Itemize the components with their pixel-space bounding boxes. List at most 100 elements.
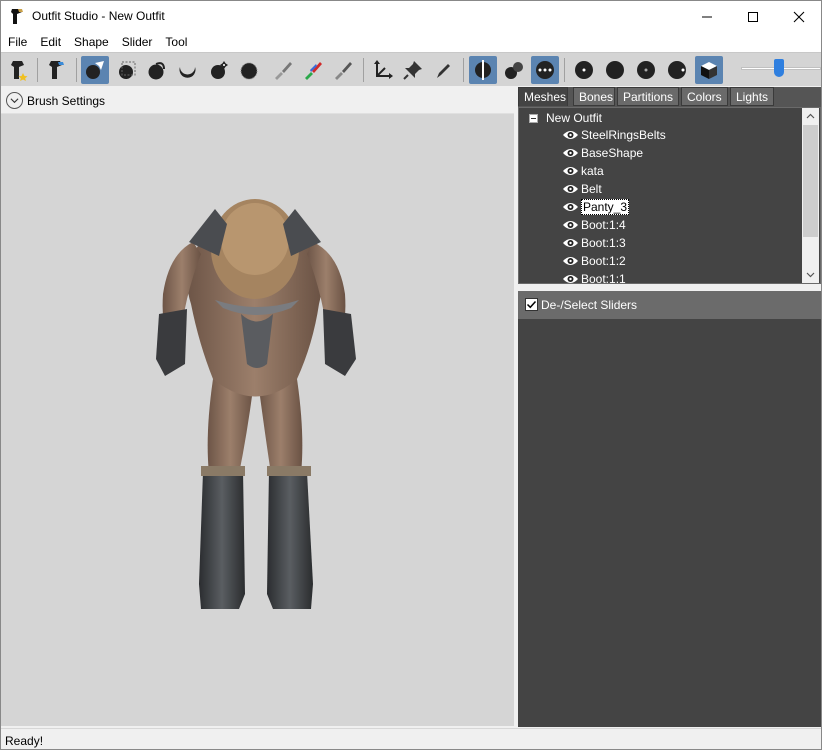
mesh-tree-item-label: kata bbox=[581, 164, 604, 178]
chevron-down-icon[interactable] bbox=[6, 92, 23, 109]
brush-settings-label: Brush Settings bbox=[27, 94, 106, 108]
scrollbar-thumb[interactable] bbox=[803, 125, 818, 237]
visibility-eye-icon[interactable] bbox=[562, 273, 579, 284]
panel-divider bbox=[518, 284, 821, 291]
tree-root[interactable]: New Outfit bbox=[529, 111, 602, 125]
sliders-header: De-/Select Sliders bbox=[518, 291, 821, 319]
visibility-eye-icon[interactable] bbox=[562, 165, 579, 177]
transform-tool-button[interactable] bbox=[113, 56, 141, 84]
visibility-eye-icon[interactable] bbox=[562, 219, 579, 231]
visibility-eye-icon[interactable] bbox=[562, 183, 579, 195]
minimize-button[interactable] bbox=[684, 1, 730, 32]
maximize-button[interactable] bbox=[730, 1, 776, 32]
mesh-tree-item[interactable]: Boot:1:3 bbox=[562, 234, 626, 252]
texture-button[interactable] bbox=[663, 56, 691, 84]
axis-icon bbox=[374, 60, 393, 79]
window-title: Outfit Studio - New Outfit bbox=[32, 9, 165, 23]
brush-size-slider-thumb[interactable] bbox=[774, 59, 784, 77]
mesh-tree-item[interactable]: Boot:1:4 bbox=[562, 216, 626, 234]
title-bar[interactable]: Outfit Studio - New Outfit bbox=[1, 1, 821, 32]
mesh-tree-scrollbar[interactable] bbox=[802, 108, 819, 283]
character-model bbox=[156, 199, 356, 609]
connected-only-button[interactable] bbox=[500, 56, 528, 84]
mask-brush-icon bbox=[275, 62, 292, 80]
select-tool-button[interactable] bbox=[81, 56, 109, 84]
connected-icon bbox=[505, 62, 523, 79]
global-brush-button[interactable] bbox=[531, 56, 559, 84]
wireframe-button[interactable] bbox=[601, 56, 629, 84]
visibility-eye-icon[interactable] bbox=[562, 129, 579, 141]
vertices-icon bbox=[575, 61, 593, 79]
pencil-tool-button[interactable] bbox=[429, 56, 457, 84]
brush-settings-header[interactable]: Brush Settings bbox=[1, 87, 514, 114]
deflate-brush-button[interactable] bbox=[174, 56, 202, 84]
mirror-icon bbox=[475, 60, 491, 80]
cube-icon bbox=[701, 62, 717, 79]
maximize-icon bbox=[748, 11, 758, 22]
weight-brush-icon bbox=[305, 62, 322, 80]
show-vertices-button[interactable] bbox=[570, 56, 598, 84]
status-text: Ready! bbox=[5, 734, 44, 748]
tab-partitions[interactable]: Partitions bbox=[617, 87, 679, 106]
pin-tool-button[interactable] bbox=[399, 56, 427, 84]
collapse-icon[interactable] bbox=[529, 113, 538, 123]
inflate-brush-button[interactable] bbox=[143, 56, 171, 84]
mesh-tree-item[interactable]: Belt bbox=[562, 180, 602, 198]
mesh-tree-item-label: Belt bbox=[581, 182, 602, 196]
axis-tool-button[interactable] bbox=[368, 56, 396, 84]
scroll-down-icon[interactable] bbox=[802, 266, 819, 283]
wireframe-icon bbox=[606, 61, 624, 79]
close-button[interactable] bbox=[776, 1, 822, 32]
mask-brush-button[interactable] bbox=[269, 56, 297, 84]
menu-edit[interactable]: Edit bbox=[33, 32, 67, 52]
mesh-tree-item[interactable]: Boot:1:2 bbox=[562, 252, 626, 270]
mesh-tree-item[interactable]: SteelRingsBelts bbox=[562, 126, 666, 144]
mesh-tree-item-label: Boot:1:4 bbox=[581, 218, 626, 232]
mesh-tree-item-label: BaseShape bbox=[581, 146, 644, 160]
tab-lights[interactable]: Lights bbox=[730, 87, 774, 106]
cube-view-button[interactable] bbox=[695, 56, 723, 84]
mesh-tree-item[interactable]: Panty_3 bbox=[562, 198, 630, 216]
box-select-icon bbox=[119, 61, 136, 79]
scroll-up-icon[interactable] bbox=[802, 108, 819, 125]
right-panel-tabs: Meshes Bones Partitions Colors Lights bbox=[518, 87, 821, 107]
tab-meshes[interactable]: Meshes bbox=[518, 87, 568, 106]
weight-brush-button[interactable] bbox=[299, 56, 327, 84]
outfit-studio-window: Outfit Studio - New Outfit File Edit Sha… bbox=[0, 0, 822, 750]
slider-edit-icon bbox=[49, 61, 64, 79]
texture-icon bbox=[668, 61, 686, 79]
mesh-tree-item[interactable]: kata bbox=[562, 162, 604, 180]
move-brush-button[interactable] bbox=[205, 56, 233, 84]
slider-edit-button[interactable] bbox=[43, 56, 71, 84]
tab-bones[interactable]: Bones bbox=[573, 87, 615, 106]
move-brush-icon bbox=[211, 61, 228, 79]
visibility-eye-icon[interactable] bbox=[562, 201, 579, 213]
visibility-eye-icon[interactable] bbox=[562, 255, 579, 267]
tab-colors[interactable]: Colors bbox=[681, 87, 728, 106]
mesh-tree-item-label: Boot:1:2 bbox=[581, 254, 626, 268]
menu-tool[interactable]: Tool bbox=[158, 32, 193, 52]
dots-icon bbox=[536, 61, 554, 79]
mesh-tree-item[interactable]: BaseShape bbox=[562, 144, 643, 162]
new-slider-button[interactable] bbox=[5, 56, 33, 84]
visibility-eye-icon[interactable] bbox=[562, 237, 579, 249]
select-sliders-label: De-/Select Sliders bbox=[541, 298, 638, 312]
lighting-button[interactable] bbox=[632, 56, 660, 84]
menu-slider[interactable]: Slider bbox=[115, 32, 159, 52]
mirror-x-button[interactable] bbox=[469, 56, 497, 84]
close-icon bbox=[793, 11, 805, 22]
menu-shape[interactable]: Shape bbox=[67, 32, 115, 52]
visibility-eye-icon[interactable] bbox=[562, 147, 579, 159]
toolbar bbox=[1, 52, 821, 86]
select-sliders-checkbox[interactable] bbox=[525, 298, 538, 311]
deflate-brush-icon bbox=[179, 67, 196, 78]
check-icon bbox=[526, 300, 537, 309]
color-brush-button[interactable] bbox=[329, 56, 357, 84]
sliders-list[interactable] bbox=[518, 319, 821, 727]
smooth-brush-button[interactable] bbox=[235, 56, 263, 84]
mesh-tree[interactable]: New Outfit SteelRingsBelts BaseShape kata B… bbox=[518, 107, 821, 284]
smooth-brush-icon bbox=[240, 62, 258, 80]
menu-file[interactable]: File bbox=[1, 32, 33, 52]
3d-viewport[interactable] bbox=[1, 114, 514, 726]
mesh-tree-item[interactable]: Boot:1:1 bbox=[562, 270, 626, 284]
